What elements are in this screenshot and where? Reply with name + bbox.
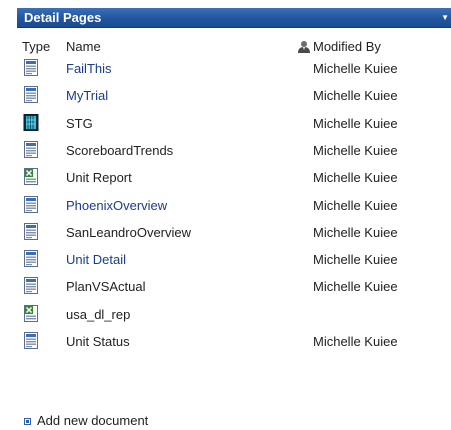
document-row[interactable]: PhoenixOverview Michelle Kuiee [17,192,437,220]
document-row[interactable]: ScoreboardTrends Michelle Kuiee [17,137,437,165]
excel-report-icon[interactable] [23,304,39,322]
webpart-title[interactable]: Detail Pages [24,10,101,26]
document-name-link[interactable]: PlanVSActual [66,279,146,295]
scorecard-page-icon[interactable] [23,250,39,268]
document-name-link[interactable]: usa_dl_rep [66,307,130,323]
document-name-link[interactable]: SanLeandroOverview [66,225,191,241]
modified-by-value: Michelle Kuiee [313,224,398,240]
scorecard-page-icon[interactable] [23,140,39,158]
scorecard-page-icon[interactable] [23,277,39,295]
modified-by-value: Michelle Kuiee [313,197,398,213]
document-row[interactable]: STG Michelle Kuiee [17,110,437,138]
column-header-modified-by-label: Modified By [313,39,381,54]
person-icon [298,41,310,53]
document-name-link[interactable]: PhoenixOverview [66,198,167,214]
document-name-link[interactable]: Unit Detail [66,252,126,268]
document-row[interactable]: SanLeandroOverview Michelle Kuiee [17,219,437,247]
scorecard-page-icon[interactable] [23,332,39,349]
add-new-document-label: Add new document [37,413,149,428]
modified-by-value: Michelle Kuiee [313,252,398,268]
document-name-link[interactable]: Unit Status [66,334,130,350]
document-name-link[interactable]: STG [66,116,93,132]
column-header-type[interactable]: Type [22,39,50,55]
modified-by-value: Michelle Kuiee [313,61,398,76]
webpart-menu-icon[interactable]: ▼ [441,13,449,23]
document-row[interactable]: MyTrial Michelle Kuiee [17,82,437,110]
modified-by-value: Michelle Kuiee [313,279,398,295]
document-name-link[interactable]: Unit Report [66,170,132,186]
document-row[interactable]: FailThis Michelle Kuiee [17,55,437,83]
scorecard-page-icon[interactable] [23,222,39,240]
document-row[interactable]: usa_dl_rep [17,301,437,329]
modified-by-value: Michelle Kuiee [313,115,398,131]
column-header-name[interactable]: Name [66,39,101,55]
webpart-header: Detail Pages ▼ [17,8,451,28]
document-name-link[interactable]: MyTrial [66,88,108,104]
modified-by-value: Michelle Kuiee [313,170,398,186]
cube-file-icon[interactable] [23,113,39,131]
document-row[interactable]: Unit Status Michelle Kuiee [17,328,437,356]
document-name-link[interactable]: FailThis [66,61,112,77]
modified-by-value: Michelle Kuiee [313,88,398,104]
document-name-link[interactable]: ScoreboardTrends [66,143,173,159]
document-row[interactable]: Unit Report Michelle Kuiee [17,164,437,192]
document-row[interactable]: PlanVSActual Michelle Kuiee [17,273,437,301]
modified-by-value: Michelle Kuiee [313,142,398,158]
add-new-document-link[interactable]: Add new document [24,413,148,429]
modified-by-value: Michelle Kuiee [313,334,398,349]
document-row[interactable]: Unit Detail Michelle Kuiee [17,246,437,274]
excel-report-icon[interactable] [23,168,39,186]
scorecard-page-icon[interactable] [23,195,39,213]
scorecard-page-icon[interactable] [23,86,39,104]
scorecard-page-icon[interactable] [23,59,39,76]
add-bullet-icon [24,417,31,425]
column-header-modified-by[interactable]: Modified By [297,39,381,55]
